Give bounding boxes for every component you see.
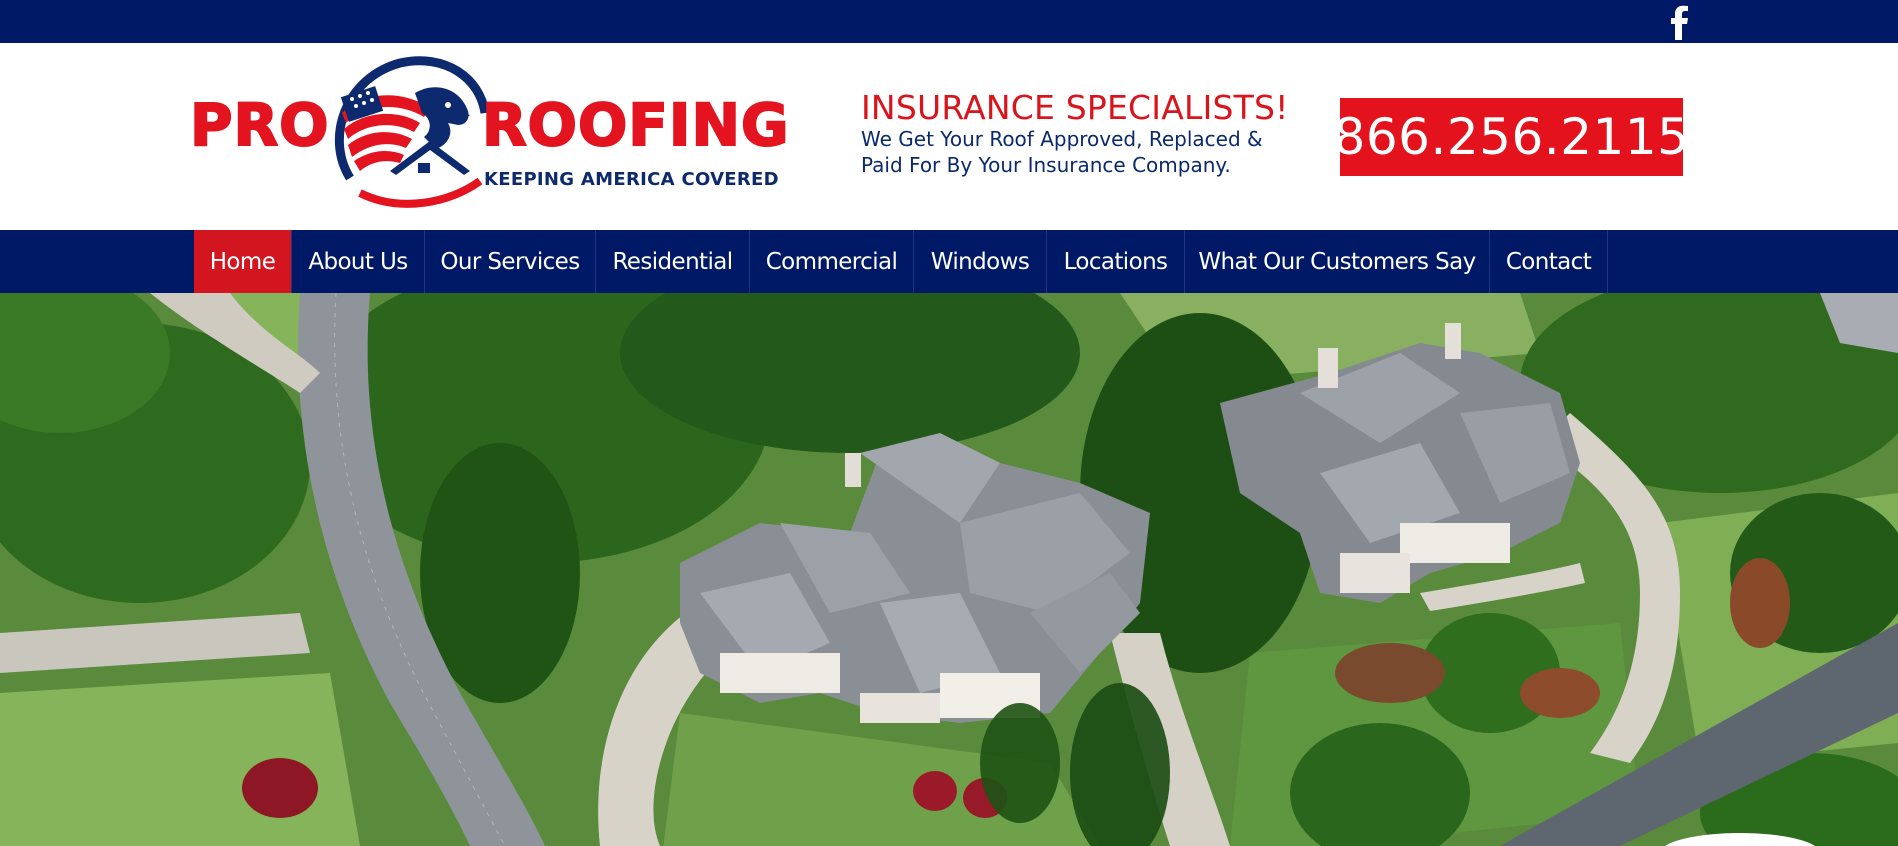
nav-item-about-us[interactable]: About Us: [292, 230, 425, 293]
nav-item-label: Home: [209, 248, 276, 275]
hero-aerial-image: [0, 293, 1898, 846]
nav-item-windows[interactable]: Windows: [914, 230, 1047, 293]
phone-number: 866.256.2115: [1333, 108, 1690, 166]
nav-item-contact[interactable]: Contact: [1490, 230, 1608, 293]
eagle-flag-emblem-icon: [334, 56, 490, 208]
main-navigation: Home About Us Our Services Residential C…: [0, 230, 1898, 293]
pro-roofing-logo[interactable]: PRO ROOFING KEEPING AMERICA COVERED: [189, 53, 790, 213]
nav-item-label: Our Services: [440, 248, 580, 275]
nav-menu: Home About Us Our Services Residential C…: [194, 230, 1608, 293]
site-header: PRO ROOFING KEEPING AMERICA COVERED INSU…: [0, 43, 1898, 230]
insurance-line-2: Paid For By Your Insurance Company.: [861, 152, 1231, 177]
nav-item-what-our-customers-say[interactable]: What Our Customers Say: [1185, 230, 1490, 293]
nav-item-our-services[interactable]: Our Services: [425, 230, 596, 293]
nav-item-label: Locations: [1063, 248, 1168, 275]
nav-item-label: Commercial: [765, 248, 898, 275]
nav-item-locations[interactable]: Locations: [1047, 230, 1185, 293]
logo-word-pro: PRO: [189, 91, 330, 159]
logo-tagline: KEEPING AMERICA COVERED: [484, 169, 779, 190]
aerial-neighborhood-illustration: [0, 293, 1898, 846]
nav-item-label: About Us: [308, 248, 408, 275]
nav-item-label: Residential: [612, 248, 733, 275]
logo-word-roofing: ROOFING: [481, 91, 790, 159]
nav-item-label: What Our Customers Say: [1198, 248, 1476, 275]
phone-button[interactable]: 866.256.2115: [1333, 98, 1690, 176]
nav-item-residential[interactable]: Residential: [596, 230, 750, 293]
nav-item-commercial[interactable]: Commercial: [750, 230, 914, 293]
nav-item-label: Windows: [930, 248, 1030, 275]
insurance-title: INSURANCE SPECIALISTS!: [861, 88, 1289, 127]
insurance-line-1: We Get Your Roof Approved, Replaced &: [861, 126, 1263, 151]
facebook-icon[interactable]: [1664, 2, 1694, 40]
nav-item-label: Contact: [1505, 248, 1592, 275]
nav-item-home[interactable]: Home: [194, 230, 292, 293]
top-bar: [0, 0, 1898, 43]
insurance-specialists-block: INSURANCE SPECIALISTS! We Get Your Roof …: [861, 88, 1289, 178]
